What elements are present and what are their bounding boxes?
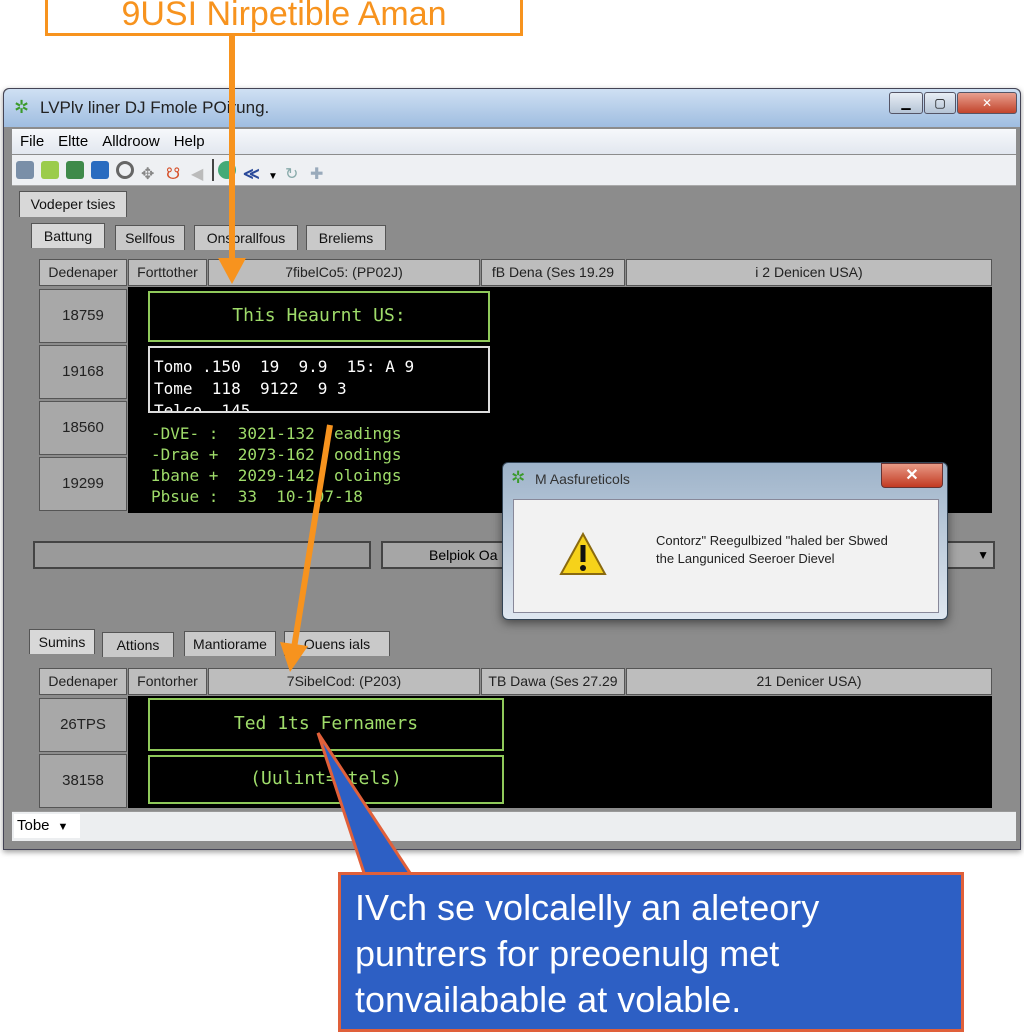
orange-arrow	[291, 424, 333, 649]
callout-pointer	[316, 732, 415, 878]
annotation-arrows	[218, 36, 415, 878]
arrowhead	[280, 642, 308, 672]
callout-box: IVch se volcalelly an aleteory puntrers …	[338, 872, 964, 1032]
arrowhead	[218, 258, 246, 284]
